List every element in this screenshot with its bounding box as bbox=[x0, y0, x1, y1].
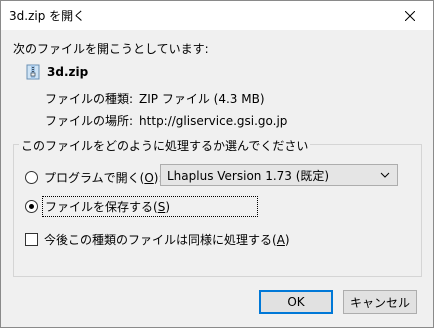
zip-file-icon bbox=[26, 64, 40, 80]
close-button[interactable] bbox=[387, 1, 433, 30]
cancel-button[interactable]: キャンセル bbox=[343, 290, 417, 314]
file-name: 3d.zip bbox=[47, 65, 89, 79]
file-type-row: ファイルの種類: ZIP ファイル (4.3 MB) bbox=[45, 90, 265, 107]
file-location-label: ファイルの場所: bbox=[45, 114, 134, 128]
file-row: 3d.zip bbox=[25, 64, 88, 80]
chevron-down-icon bbox=[380, 172, 390, 178]
remember-checkbox[interactable] bbox=[25, 233, 38, 246]
window-title: 3d.zip を開く bbox=[9, 9, 86, 23]
file-location-row: ファイルの場所: http://gliservice.gsi.go.jp bbox=[45, 112, 287, 129]
open-with-radio[interactable] bbox=[25, 171, 38, 184]
save-file-radio[interactable] bbox=[25, 200, 38, 213]
program-select-value: Lhaplus Version 1.73 (既定) bbox=[167, 168, 330, 183]
file-type-label: ファイルの種類: bbox=[45, 92, 134, 106]
title-bar[interactable]: 3d.zip を開く bbox=[1, 1, 433, 30]
dialog-window: 3d.zip を開く 次のファイルを開こうとしています: 3d.zip ファイル… bbox=[0, 0, 434, 328]
remember-label: 今後この種類のファイルは同様に処理する(A) bbox=[44, 233, 290, 247]
program-select[interactable]: Lhaplus Version 1.73 (既定) bbox=[160, 164, 398, 186]
group-legend: このファイルをどのように処理するか選んでください bbox=[19, 137, 311, 154]
remember-option[interactable]: 今後この種類のファイルは同様に処理する(A) bbox=[25, 231, 290, 248]
intro-text: 次のファイルを開こうとしています: bbox=[13, 42, 209, 56]
ok-button[interactable]: OK bbox=[259, 290, 333, 314]
open-with-option[interactable]: プログラムで開く(O): bbox=[25, 169, 163, 186]
file-location-value: http://gliservice.gsi.go.jp bbox=[139, 114, 288, 128]
dialog-content: 次のファイルを開こうとしています: 3d.zip ファイルの種類: ZIP ファイ… bbox=[1, 30, 433, 327]
save-file-label: ファイルを保存する(S) bbox=[42, 196, 258, 217]
save-file-option[interactable]: ファイルを保存する(S) bbox=[25, 196, 258, 217]
open-with-label: プログラムで開く(O): bbox=[44, 171, 163, 185]
close-icon bbox=[405, 10, 415, 21]
file-type-value: ZIP ファイル (4.3 MB) bbox=[139, 92, 265, 106]
